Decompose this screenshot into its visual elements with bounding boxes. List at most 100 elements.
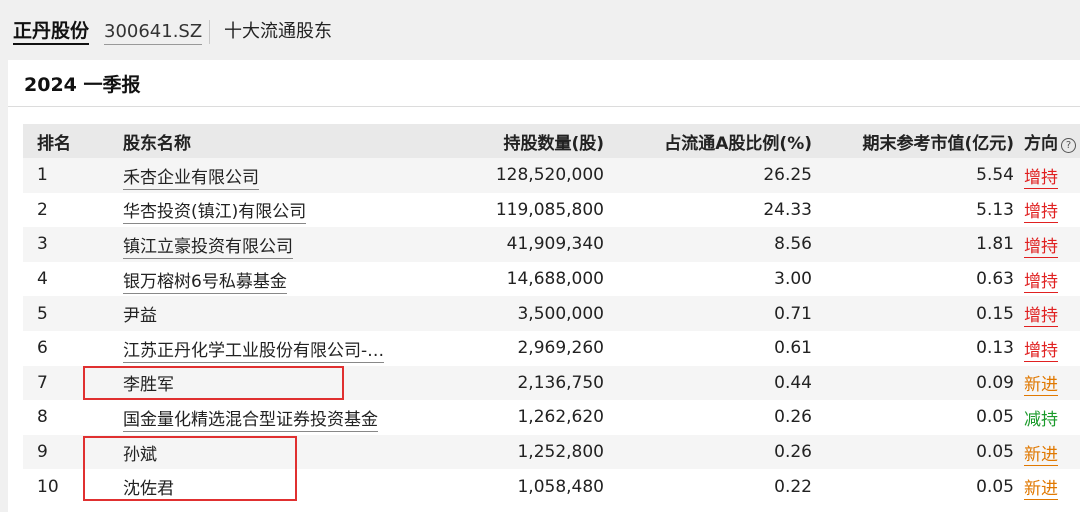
direction-cell: 新进 (1014, 469, 1080, 504)
percent-cell: 3.00 (604, 262, 812, 297)
percent-cell: 0.22 (604, 469, 812, 504)
rank-value: 3 (37, 234, 48, 255)
rank-cell: 10 (23, 469, 123, 504)
report-period-title: 2024 一季报 (24, 74, 141, 96)
rank-value: 6 (37, 338, 48, 359)
value-value: 0.05 (976, 407, 1014, 428)
market-value-cell: 0.09 (812, 365, 1014, 401)
question-circle-icon[interactable]: ? (1061, 137, 1076, 153)
rank-cell: 2 (23, 193, 123, 228)
top-bar: 正丹股份 300641.SZ 十大流通股东 (0, 0, 1080, 60)
rank-value: 5 (37, 303, 48, 324)
direction-cell: 增持 (1014, 227, 1080, 262)
holder-name: 尹益 (123, 306, 157, 327)
col-header-name[interactable]: 股东名称 (123, 124, 423, 158)
holder-name: 李胜军 (123, 375, 174, 396)
shares-value: 119,085,800 (495, 199, 604, 220)
direction-label[interactable]: 增持 (1024, 271, 1058, 293)
direction-cell: 新进 (1014, 365, 1080, 401)
pct-value: 0.61 (774, 338, 812, 359)
shares-cell: 1,252,800 (423, 434, 604, 470)
market-value-cell: 1.81 (812, 227, 1014, 262)
direction-cell: 减持 (1014, 400, 1080, 435)
holder-name[interactable]: 禾杏企业有限公司 (123, 167, 259, 190)
rank-value: 1 (37, 165, 48, 186)
rank-cell: 6 (23, 331, 123, 366)
holder-name[interactable]: 国金量化精选混合型证券投资基金 (123, 409, 378, 432)
direction-label[interactable]: 增持 (1024, 340, 1058, 362)
shares-cell: 2,136,750 (423, 365, 604, 401)
direction-label[interactable]: 新进 (1024, 375, 1058, 397)
table-row: 1 禾杏企业有限公司 128,520,000 26.25 5.54 增持 (23, 158, 1080, 193)
percent-cell: 0.61 (604, 331, 812, 366)
table-row: 4 银万榕树6号私募基金 14,688,000 3.00 0.63 增持 (23, 261, 1080, 297)
table-row: 6 江苏正丹化学工业股份有限公司-… 2,969,260 0.61 0.13 增持 (23, 330, 1080, 366)
shares-value: 1,058,480 (517, 476, 604, 497)
col-header-direction[interactable]: 方向? (1014, 124, 1080, 158)
direction-label[interactable]: 增持 (1024, 306, 1058, 328)
holder-name: 沈佐君 (123, 479, 174, 500)
holder-name-cell: 禾杏企业有限公司 (123, 158, 423, 193)
holder-name-cell: 孙斌 (123, 434, 423, 470)
direction-cell: 增持 (1014, 296, 1080, 331)
rank-cell: 3 (23, 227, 123, 262)
direction-label[interactable]: 增持 (1024, 202, 1058, 224)
direction-cell: 增持 (1014, 158, 1080, 193)
table-row: 10 沈佐君 1,058,480 0.22 0.05 新进 (23, 469, 1080, 504)
shares-value: 14,688,000 (506, 269, 604, 290)
pct-value: 8.56 (774, 234, 812, 255)
value-value: 0.05 (976, 442, 1014, 463)
value-value: 0.13 (976, 338, 1014, 359)
market-value-cell: 0.05 (812, 400, 1014, 435)
holder-name[interactable]: 镇江立豪投资有限公司 (123, 236, 293, 259)
holder-name[interactable]: 华杏投资(镇江)有限公司 (123, 202, 307, 225)
rank-value: 7 (37, 372, 48, 393)
col-header-percent[interactable]: 占流通A股比例(%) (604, 124, 812, 158)
holder-name: 孙斌 (123, 444, 157, 465)
rank-cell: 8 (23, 400, 123, 435)
shares-cell: 1,058,480 (423, 469, 604, 504)
rank-cell: 1 (23, 158, 123, 193)
market-value-cell: 0.15 (812, 296, 1014, 331)
col-header-market-value[interactable]: 期末参考市值(亿元) (812, 124, 1014, 158)
col-header-rank[interactable]: 排名 (23, 124, 123, 158)
rank-value: 10 (37, 476, 59, 497)
shares-cell: 14,688,000 (423, 262, 604, 297)
rank-value: 2 (37, 199, 48, 220)
market-value-cell: 0.13 (812, 331, 1014, 366)
stock-name-link[interactable]: 正丹股份 (13, 19, 90, 45)
direction-label[interactable]: 新进 (1024, 479, 1058, 501)
direction-cell: 增持 (1014, 262, 1080, 297)
holder-name-cell: 尹益 (123, 296, 423, 331)
holder-name-cell: 华杏投资(镇江)有限公司 (123, 193, 423, 228)
table-header-row: 排名 股东名称 持股数量(股) 占流通A股比例(%) 期末参考市值(亿元) 方向… (23, 124, 1080, 158)
rank-cell: 4 (23, 262, 123, 297)
value-value: 0.05 (976, 476, 1014, 497)
holder-name-cell: 沈佐君 (123, 469, 423, 504)
direction-label[interactable]: 增持 (1024, 167, 1058, 189)
pct-value: 0.26 (774, 442, 812, 463)
direction-label[interactable]: 新进 (1024, 444, 1058, 466)
holder-name[interactable]: 银万榕树6号私募基金 (123, 271, 287, 294)
shares-value: 2,969,260 (517, 338, 604, 359)
shares-value: 1,252,800 (517, 442, 604, 463)
value-value: 0.15 (976, 303, 1014, 324)
percent-cell: 26.25 (604, 158, 812, 193)
shares-cell: 119,085,800 (423, 193, 604, 228)
direction-cell: 增持 (1014, 331, 1080, 366)
section-title: 十大流通股东 (224, 21, 332, 42)
shares-value: 2,136,750 (517, 372, 604, 393)
table-row: 9 孙斌 1,252,800 0.26 0.05 新进 (23, 434, 1080, 470)
table-row: 2 华杏投资(镇江)有限公司 119,085,800 24.33 5.13 增持 (23, 192, 1080, 228)
holder-name-cell: 银万榕树6号私募基金 (123, 262, 423, 297)
holder-name[interactable]: 江苏正丹化学工业股份有限公司-… (123, 340, 385, 363)
stock-code-link[interactable]: 300641.SZ (104, 20, 203, 45)
holder-name-cell: 镇江立豪投资有限公司 (123, 227, 423, 262)
header-divider (209, 20, 210, 44)
col-header-shares[interactable]: 持股数量(股) (423, 124, 604, 158)
market-value-cell: 0.05 (812, 469, 1014, 504)
pct-value: 0.22 (774, 476, 812, 497)
direction-label[interactable]: 增持 (1024, 236, 1058, 258)
percent-cell: 24.33 (604, 193, 812, 228)
market-value-cell: 5.54 (812, 158, 1014, 193)
